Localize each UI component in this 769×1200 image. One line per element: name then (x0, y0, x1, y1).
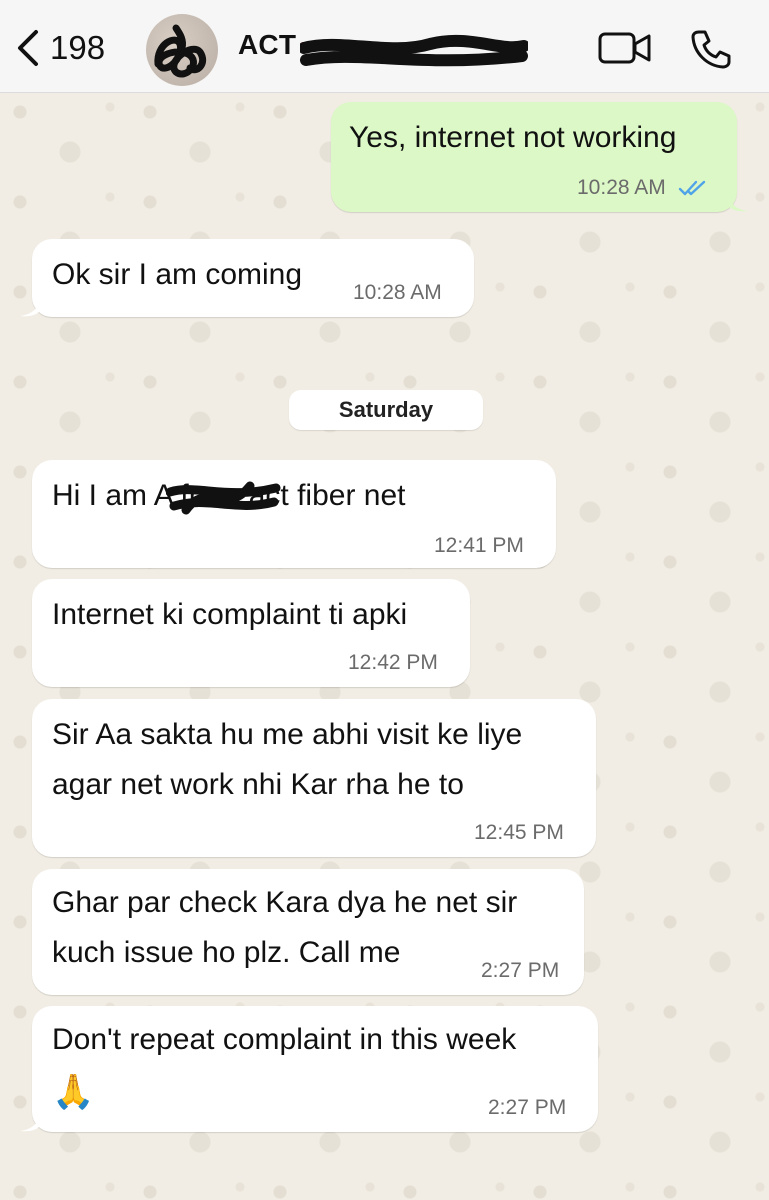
message-text-line-1: Don't repeat complaint in this week (52, 1023, 517, 1056)
message-time: 10:28 AM (353, 281, 442, 304)
message-text-line-2: kuch issue ho plz. Call me (52, 936, 401, 969)
back-button[interactable]: 198 (14, 26, 105, 70)
message-time: 2:27 PM (488, 1096, 567, 1119)
double-check-icon (678, 181, 705, 196)
message-time: 12:45 PM (474, 821, 564, 844)
chat-header: 198 ACT (0, 0, 769, 93)
message-time: 10:28 AM (577, 176, 708, 200)
message-time: 2:27 PM (481, 959, 560, 982)
phone-icon[interactable] (690, 28, 732, 70)
message-text: Yes, internet not working (349, 121, 677, 154)
bubble-tail (20, 1116, 40, 1132)
name-redaction-scribble (300, 35, 528, 67)
message-text: Ok sir I am coming (52, 258, 303, 291)
message-incoming[interactable]: Ok sir I am coming 10:28 AM (32, 239, 474, 317)
avatar[interactable] (146, 14, 218, 86)
text-redaction-scribble (166, 481, 281, 515)
message-text-line-1: Sir Aa sakta hu me abhi visit ke liye (52, 718, 523, 751)
message-text: Internet ki complaint ti apki (52, 598, 408, 631)
message-incoming[interactable]: Hi I am A from act fiber net 12:41 PM (32, 460, 556, 568)
message-incoming[interactable]: Don't repeat complaint in this week 🙏 2:… (32, 1006, 598, 1132)
unread-count: 198 (50, 29, 106, 66)
bubble-tail (728, 196, 748, 212)
message-incoming[interactable]: Internet ki complaint ti apki 12:42 PM (32, 579, 470, 687)
bubble-tail (20, 301, 40, 317)
message-incoming[interactable]: Ghar par check Kara dya he net sir kuch … (32, 869, 584, 995)
redaction-scribble (154, 24, 207, 78)
message-time-text: 10:28 AM (577, 176, 666, 199)
contact-name-prefix: ACT (238, 29, 297, 60)
message-incoming[interactable]: Sir Aa sakta hu me abhi visit ke liye ag… (32, 699, 596, 857)
video-call-icon[interactable] (598, 30, 652, 66)
message-text-line-2: agar net work nhi Kar rha he to (52, 768, 464, 801)
message-text-line-1: Ghar par check Kara dya he net sir (52, 886, 518, 919)
message-text-line-2: 🙏 (52, 1073, 95, 1111)
date-separator: Saturday (289, 390, 483, 430)
message-time: 12:42 PM (348, 651, 438, 674)
chevron-left-icon (18, 30, 38, 66)
message-time: 12:41 PM (434, 534, 524, 557)
message-outgoing[interactable]: Yes, internet not working 10:28 AM (331, 102, 737, 212)
